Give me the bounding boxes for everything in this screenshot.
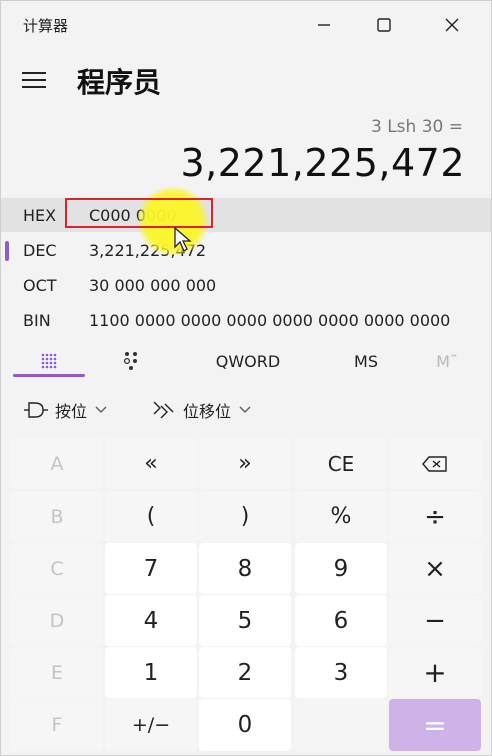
annotation-highlight-box (65, 198, 213, 228)
bitshift-dropdown[interactable]: 位移位 (151, 395, 251, 425)
digit-8-button[interactable]: 8 (199, 543, 291, 594)
bitshift-label: 位移位 (183, 402, 232, 421)
selected-radix-indicator (5, 241, 9, 261)
digit-2-button[interactable]: 2 (199, 647, 291, 698)
bitwise-dropdown[interactable]: 按位 (23, 395, 107, 425)
tab-full-keypad[interactable] (17, 345, 81, 377)
radix-value: 1100 0000 0000 0000 0000 0000 0000 0000 (89, 311, 451, 330)
maximize-button[interactable] (365, 9, 403, 41)
digit-0-button[interactable]: 0 (199, 699, 291, 751)
plus-button[interactable]: + (389, 647, 481, 698)
bitwise-label: 按位 (55, 402, 88, 421)
chevron-down-icon (239, 406, 251, 413)
tab-bit-toggling-keypad[interactable] (111, 345, 151, 377)
keypad-icon (41, 353, 57, 369)
hamburger-icon (22, 72, 46, 88)
hex-a-button[interactable]: A (11, 438, 103, 489)
calculator-window: 计算器 程序员 3 Lsh 30 = 3,221,225,472 HEX C00… (0, 0, 492, 756)
minus-button[interactable]: − (389, 595, 481, 646)
equals-button[interactable]: = (389, 699, 481, 751)
radix-value: 30 000 000 000 (89, 276, 217, 295)
word-size-button[interactable]: QWORD (201, 345, 295, 377)
active-tab-indicator (13, 374, 85, 377)
navigation-menu-button[interactable] (21, 69, 47, 91)
left-paren-button[interactable]: ( (105, 491, 197, 542)
title-bar: 计算器 (1, 1, 491, 47)
radix-label: HEX (23, 206, 57, 225)
mouse-cursor-icon (174, 227, 192, 252)
digit-1-button[interactable]: 1 (105, 647, 197, 698)
close-button[interactable] (433, 9, 471, 41)
digit-9-button[interactable]: 9 (295, 543, 387, 594)
right-paren-button[interactable]: ) (199, 491, 291, 542)
radix-row-dec[interactable]: DEC 3,221,225,472 (1, 233, 491, 267)
radix-row-oct[interactable]: OCT 30 000 000 000 (1, 268, 491, 302)
modulo-button[interactable]: % (295, 491, 387, 542)
radix-label: OCT (23, 276, 57, 295)
radix-label: DEC (23, 241, 57, 260)
digit-3-button[interactable]: 3 (295, 647, 387, 698)
negate-button[interactable]: +/− (105, 699, 197, 751)
digit-7-button[interactable]: 7 (105, 543, 197, 594)
hex-e-button[interactable]: E (11, 647, 103, 698)
hex-b-button[interactable]: B (11, 491, 103, 542)
chevron-down-icon (95, 406, 107, 413)
bitshift-icon (153, 401, 174, 419)
close-icon (445, 18, 459, 32)
digit-5-button[interactable]: 5 (199, 595, 291, 646)
radix-label: BIN (23, 311, 51, 330)
backspace-icon (422, 455, 447, 472)
minimize-icon (318, 24, 330, 26)
memory-menu-button[interactable]: M˜ (421, 345, 473, 377)
digit-6-button[interactable]: 6 (295, 595, 387, 646)
right-shift-button[interactable]: » (199, 438, 291, 489)
multiply-button[interactable]: × (389, 543, 481, 594)
divide-button[interactable]: ÷ (389, 491, 481, 542)
memory-store-button[interactable]: MS (337, 345, 395, 377)
radix-row-bin[interactable]: BIN 1100 0000 0000 0000 0000 0000 0000 0… (1, 303, 491, 337)
bitwise-gate-icon (24, 402, 48, 418)
digit-4-button[interactable]: 4 (105, 595, 197, 646)
app-title: 计算器 (23, 17, 69, 35)
hex-d-button[interactable]: D (11, 595, 103, 646)
minimize-button[interactable] (305, 9, 343, 41)
clear-entry-button[interactable]: CE (295, 438, 387, 489)
expression-display: 3 Lsh 30 = (370, 117, 463, 137)
decimal-placeholder-button (295, 699, 387, 751)
result-display: 3,221,225,472 (180, 141, 465, 185)
bit-toggle-icon (123, 352, 137, 370)
hex-f-button[interactable]: F (11, 699, 103, 751)
maximize-icon (377, 18, 391, 32)
hex-c-button[interactable]: C (11, 543, 103, 594)
left-shift-button[interactable]: « (105, 438, 197, 489)
mode-title: 程序员 (77, 66, 162, 99)
backspace-button[interactable] (389, 438, 481, 489)
